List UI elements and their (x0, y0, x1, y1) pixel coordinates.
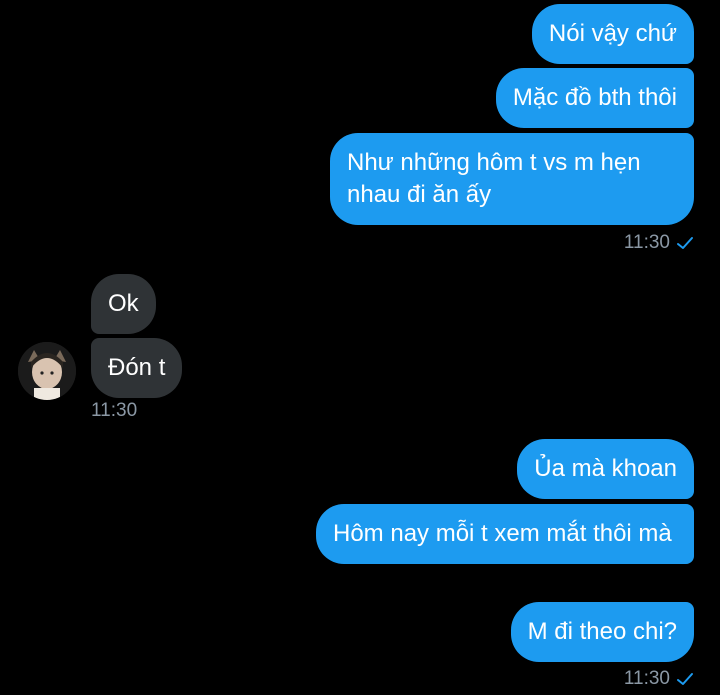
message-bubble-outgoing[interactable]: Nói vậy chứ (531, 4, 694, 64)
message-timestamp: 11:30 (623, 232, 670, 253)
message-bubble-outgoing[interactable]: M đi theo chi? (510, 602, 694, 662)
message-bubble-outgoing[interactable]: Mặc đồ bth thôi (495, 68, 694, 128)
user-avatar[interactable] (18, 342, 76, 400)
message-bubble-incoming[interactable]: Đón t (91, 338, 183, 398)
avatar-image (18, 342, 76, 400)
message-timestamp: 11:30 (623, 668, 670, 689)
message-bubble-incoming[interactable]: Ok (91, 274, 156, 334)
message-bubble-outgoing[interactable]: Hôm nay mỗi t xem mắt thôi mà (316, 504, 694, 564)
message-meta: 11:30 (624, 232, 694, 254)
check-icon (677, 237, 693, 249)
message-bubble-outgoing[interactable]: Ủa mà khoan (517, 439, 694, 499)
check-icon (677, 673, 693, 685)
message-meta: 11:30 (91, 400, 137, 422)
message-bubble-outgoing[interactable]: Như những hôm t vs m hẹn nhau đi ăn ấy (330, 133, 694, 225)
message-timestamp: 11:30 (91, 400, 138, 421)
message-meta: 11:30 (624, 668, 694, 690)
